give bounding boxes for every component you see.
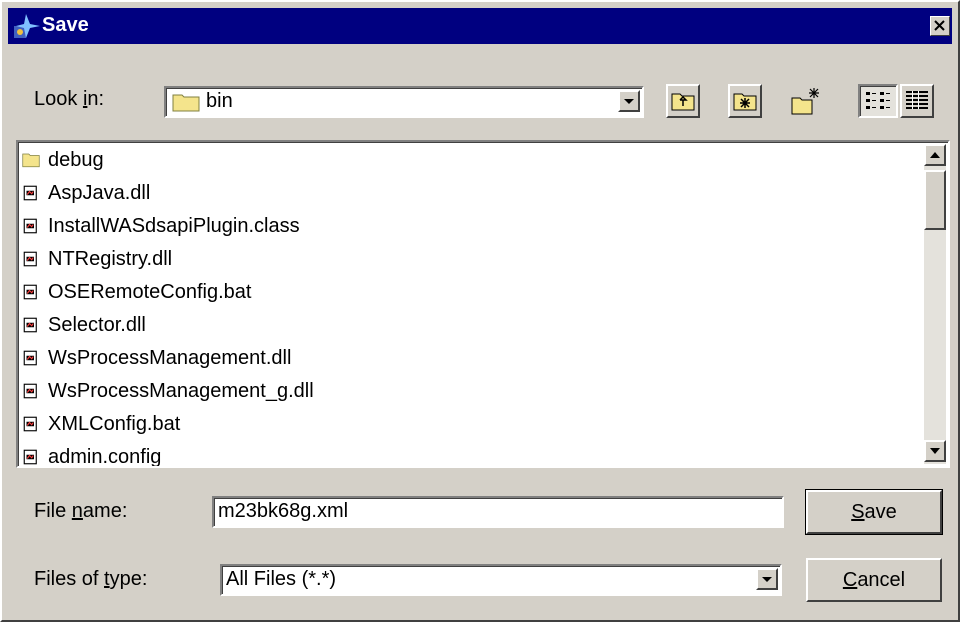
- list-item-name: WsProcessManagement_g.dll: [48, 379, 314, 402]
- file-type-combo[interactable]: All Files (*.*): [220, 564, 782, 596]
- file-icon: [23, 350, 37, 366]
- save-button-label: Save: [851, 500, 897, 523]
- list-item-name: XMLConfig.bat: [48, 412, 181, 435]
- list-item[interactable]: OSERemoteConfig.bat: [22, 276, 251, 308]
- close-button[interactable]: [930, 16, 950, 36]
- details-view-icon: [906, 91, 928, 109]
- file-icon: [23, 251, 37, 267]
- save-dialog: Save Look in: bin debug AspJava.dll Inst…: [0, 0, 960, 622]
- scroll-down-button[interactable]: [924, 440, 946, 462]
- list-item[interactable]: Selector.dll: [22, 309, 146, 341]
- list-item-name: WsProcessManagement.dll: [48, 346, 292, 369]
- look-in-dropdown-button[interactable]: [618, 90, 640, 112]
- file-icon: [23, 185, 37, 201]
- file-icon: [23, 284, 37, 300]
- list-item[interactable]: admin.config: [22, 441, 162, 468]
- file-type-label: Files of type:: [34, 568, 148, 590]
- chevron-down-icon: [762, 577, 772, 582]
- list-item-name: NTRegistry.dll: [48, 247, 173, 270]
- file-type-dropdown-button[interactable]: [756, 568, 778, 590]
- home-folder-button[interactable]: [728, 84, 762, 118]
- title-bar[interactable]: Save: [8, 8, 952, 44]
- folder-icon: [172, 94, 200, 112]
- list-item[interactable]: AspJava.dll: [22, 177, 150, 209]
- details-view-button[interactable]: [900, 84, 934, 118]
- new-folder-button[interactable]: [788, 84, 822, 118]
- file-list[interactable]: debug AspJava.dll InstallWASdsapiPlugin.cl…: [16, 140, 950, 468]
- arrow-down-icon: [930, 448, 940, 454]
- look-in-label: Look in:: [34, 88, 105, 110]
- chevron-down-icon: [624, 99, 634, 104]
- save-button[interactable]: Save: [805, 489, 943, 535]
- scroll-up-button[interactable]: [924, 144, 946, 166]
- look-in-value: bin: [206, 90, 233, 112]
- file-icon: [23, 218, 37, 234]
- file-icon: [23, 449, 37, 465]
- file-icon: [23, 317, 37, 333]
- up-one-level-icon: [671, 93, 695, 111]
- scroll-thumb[interactable]: [924, 170, 946, 230]
- list-item-name: debug: [48, 148, 104, 171]
- up-one-level-button[interactable]: [666, 84, 700, 118]
- file-type-value: All Files (*.*): [226, 568, 337, 590]
- list-item-name: admin.config: [48, 445, 162, 468]
- vertical-scrollbar[interactable]: [924, 144, 946, 464]
- home-folder-icon: [733, 93, 757, 111]
- java-app-icon: [14, 14, 40, 38]
- list-item[interactable]: WsProcessManagement_g.dll: [22, 375, 314, 407]
- list-item[interactable]: debug: [22, 144, 104, 176]
- file-name-input[interactable]: m23bk68g.xml: [212, 496, 784, 528]
- file-name-label: File name:: [34, 500, 128, 522]
- new-folder-icon: [791, 88, 819, 115]
- arrow-up-icon: [930, 152, 940, 158]
- list-item[interactable]: WsProcessManagement.dll: [22, 342, 291, 374]
- cancel-button-label: Cancel: [842, 568, 906, 591]
- folder-icon: [22, 153, 40, 168]
- list-item-name: OSERemoteConfig.bat: [48, 280, 252, 303]
- list-item-name: AspJava.dll: [48, 181, 151, 204]
- window-title: Save: [42, 14, 89, 36]
- list-item[interactable]: InstallWASdsapiPlugin.class: [22, 210, 300, 242]
- cancel-button[interactable]: Cancel: [806, 558, 942, 602]
- list-item[interactable]: NTRegistry.dll: [22, 243, 172, 275]
- list-item-name: Selector.dll: [48, 313, 146, 336]
- file-icon: [23, 383, 37, 399]
- list-item-name: InstallWASdsapiPlugin.class: [48, 214, 300, 237]
- look-in-combo[interactable]: bin: [164, 86, 644, 118]
- file-icon: [23, 416, 37, 432]
- list-item[interactable]: XMLConfig.bat: [22, 408, 180, 440]
- close-icon: [934, 20, 945, 31]
- file-name-value: m23bk68g.xml: [218, 500, 349, 522]
- list-view-icon: [866, 92, 890, 109]
- list-view-button[interactable]: [858, 84, 898, 118]
